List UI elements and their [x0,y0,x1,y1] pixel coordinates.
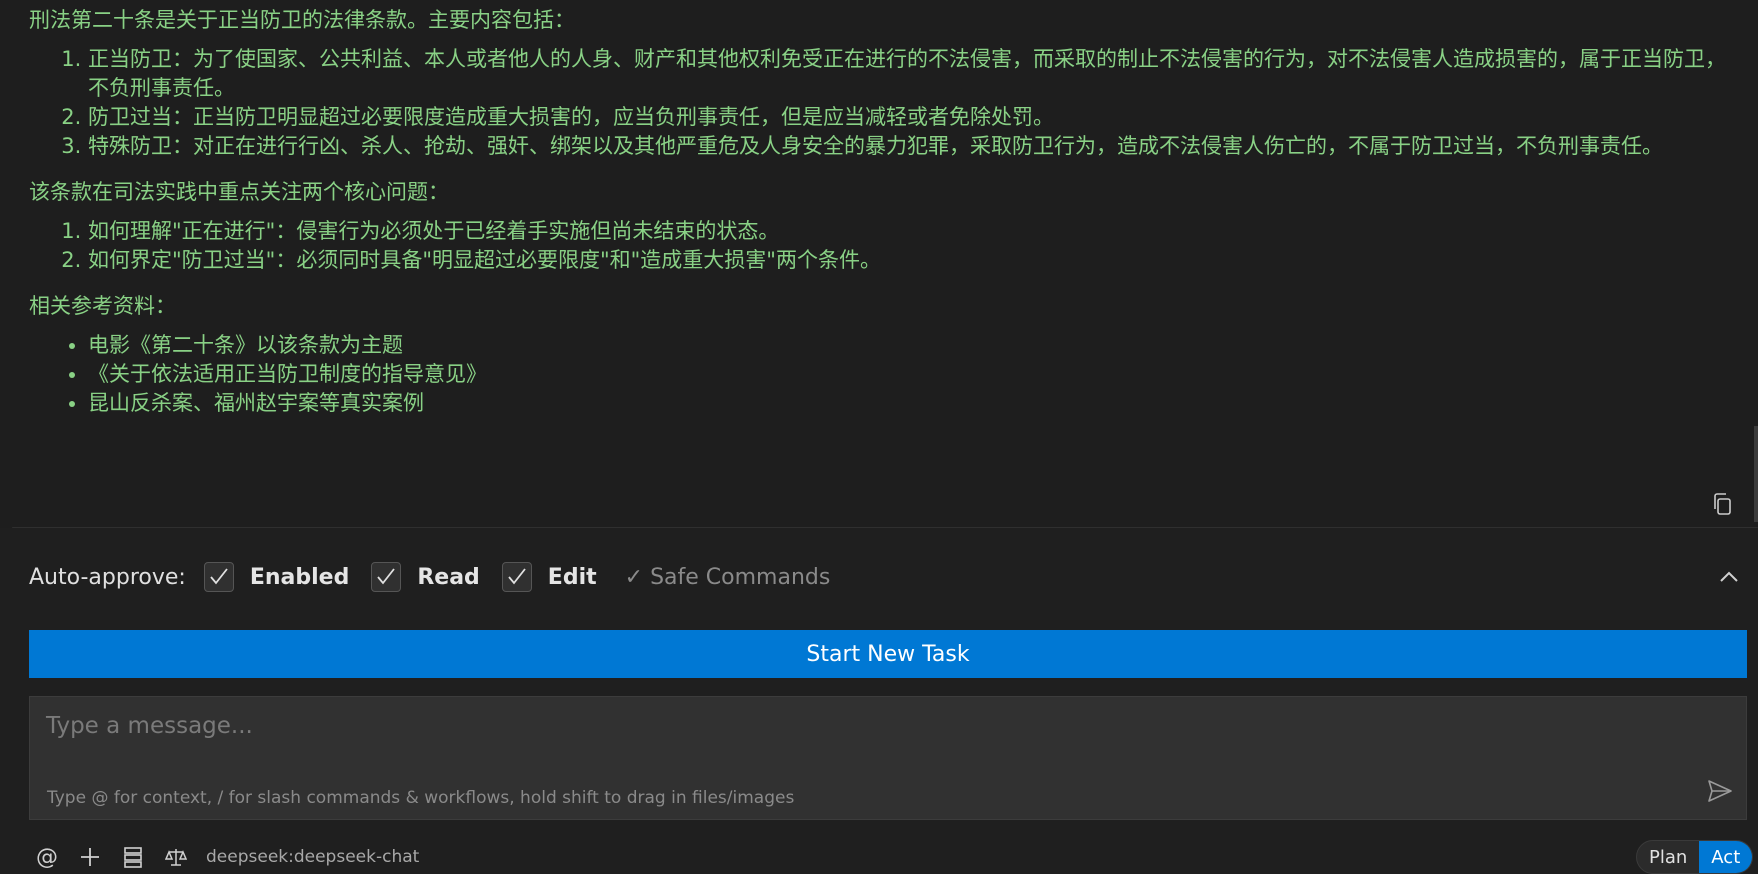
checkmark-icon [210,568,228,585]
bottom-panel: Auto-approve: Enabled Read Edit ✓ Safe C… [0,528,1758,874]
checkbox-label: Edit [547,564,597,590]
checkbox-label: Read [417,564,480,590]
refs-list: 电影《第二十条》以该条款为主题 《关于依法适用正当防卫制度的指导意见》 昆山反杀… [29,331,1729,418]
list-item: 特殊防卫：对正在进行行凶、杀人、抢劫、强奸、绑架以及其他严重危及人身安全的暴力犯… [88,132,1729,161]
list-item: 如何理解"正在进行"：侵害行为必须处于已经着手实施但尚未结束的状态。 [88,217,1729,246]
main-points-list: 正当防卫：为了使国家、公共利益、本人或者他人的人身、财产和其他权利免受正在进行的… [29,45,1729,161]
copy-icon [1714,493,1731,515]
message-input-box[interactable]: Type a message... Type @ for context, / … [29,696,1747,820]
answer-intro: 刑法第二十条是关于正当防卫的法律条款。主要内容包括： [29,8,575,32]
checkbox-enabled[interactable]: Enabled [203,562,350,592]
auto-approve-label: Auto-approve: [29,564,186,590]
checkbox-read[interactable]: Read [371,562,480,592]
chat-area: 刑法第二十条是关于正当防卫的法律条款。主要内容包括： 正当防卫：为了使国家、公共… [0,0,1758,528]
list-item: 如何界定"防卫过当"：必须同时具备"明显超过必要限度"和"造成重大损害"两个条件… [88,246,1729,275]
plus-icon[interactable] [77,844,103,870]
act-mode-button[interactable]: Act [1699,841,1753,873]
practice-heading: 该条款在司法实践中重点关注两个核心问题： [29,180,449,204]
assistant-answer: 刑法第二十条是关于正当防卫的法律条款。主要内容包括： 正当防卫：为了使国家、公共… [29,6,1729,430]
input-hint: Type @ for context, / for slash commands… [47,788,795,808]
scrollbar[interactable] [1754,426,1758,522]
plan-mode-button[interactable]: Plan [1637,841,1699,873]
checkbox[interactable] [203,562,234,592]
list-item: 《关于依法适用正当防卫制度的指导意见》 [88,360,1729,389]
safe-commands-option[interactable]: ✓ Safe Commands [625,565,831,590]
message-input[interactable]: Type a message... [46,713,253,739]
send-button[interactable] [1706,777,1736,807]
collapse-button[interactable] [1716,564,1742,590]
checkmark-icon [508,568,526,585]
start-new-task-button[interactable]: Start New Task [29,630,1747,678]
list-item: 正当防卫：为了使国家、公共利益、本人或者他人的人身、财产和其他权利免受正在进行的… [88,45,1729,103]
refs-heading: 相关参考资料： [29,294,176,318]
checkbox-edit[interactable]: Edit [501,562,597,592]
checkmark-icon [377,568,396,585]
server-icon[interactable] [120,844,146,870]
input-toolbar: @ deepseek:deepseek-chat [34,841,419,873]
list-item: 防卫过当：正当防卫明显超过必要限度造成重大损害的，应当负刑事责任，但是应当减轻或… [88,103,1729,132]
model-selector[interactable]: deepseek:deepseek-chat [206,847,419,867]
auto-approve-bar: Auto-approve: Enabled Read Edit ✓ Safe C… [29,553,830,601]
send-icon [1708,780,1732,802]
practice-points-list: 如何理解"正在进行"：侵害行为必须处于已经着手实施但尚未结束的状态。 如何界定"… [29,217,1729,275]
checkbox[interactable] [371,562,402,592]
at-icon[interactable]: @ [34,844,60,870]
scale-icon[interactable] [163,844,189,870]
chevron-up-icon [1720,571,1738,582]
copy-button[interactable] [1708,490,1736,518]
checkbox-label: Enabled [249,564,350,590]
checkbox[interactable] [501,562,532,592]
list-item: 电影《第二十条》以该条款为主题 [88,331,1729,360]
list-item: 昆山反杀案、福州赵宇案等真实案例 [88,389,1729,418]
